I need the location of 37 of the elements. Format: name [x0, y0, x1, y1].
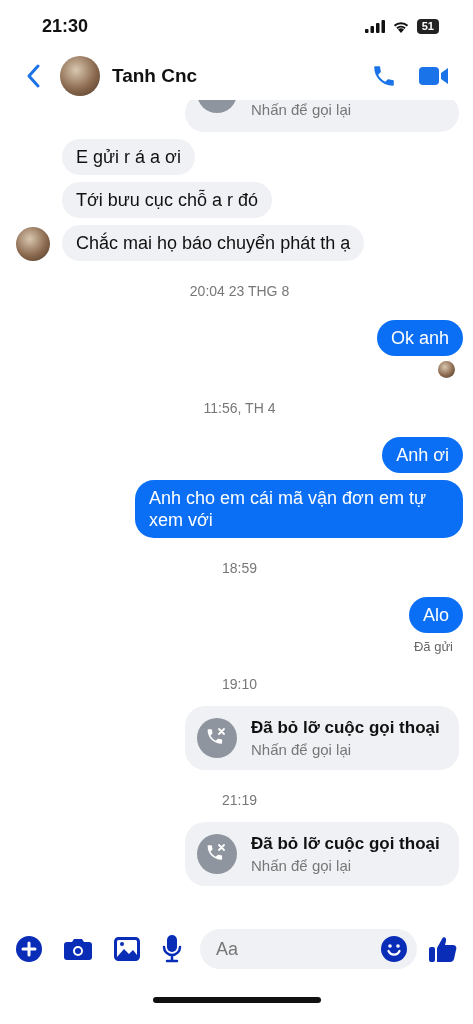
add-icon[interactable]	[16, 936, 42, 962]
message-bubble: Tới bưu cục chỗ a r đó	[62, 182, 272, 218]
delivery-status: Đã gửi	[413, 639, 453, 654]
wifi-icon	[391, 19, 410, 33]
call-subtitle: Nhấn để gọi lại	[251, 741, 353, 758]
message-bubble: Anh cho em cái mã vận đơn em tự xem với	[135, 480, 463, 538]
call-title: Đã bỏ lỡ cuộc gọi thoại	[251, 834, 440, 854]
message-bubble: E gửi r á a ơi	[62, 139, 195, 175]
video-call-icon[interactable]	[419, 65, 449, 87]
microphone-icon[interactable]	[162, 935, 182, 963]
contact-name[interactable]: Tanh Cnc	[112, 65, 198, 87]
phone-icon[interactable]	[371, 63, 397, 89]
image-icon[interactable]	[114, 937, 140, 961]
contact-avatar[interactable]	[60, 56, 100, 96]
timestamp: 20:04 23 THG 8	[188, 283, 291, 299]
message-bubble: Ok anh	[376, 320, 463, 356]
message-bubble: Anh ơi	[382, 437, 463, 473]
timestamp: 11:56, TH 4	[202, 400, 277, 416]
timestamp: 19:10	[220, 676, 258, 692]
battery-level: 51	[416, 18, 439, 34]
message-bubble: Alo	[409, 597, 463, 633]
call-subtitle: Nhấn để gọi lại	[251, 101, 352, 118]
call-title: Đã bỏ lỡ cuộc gọi thoại	[251, 718, 440, 738]
missed-call-card[interactable]: Nhấn để gọi lại	[185, 100, 459, 132]
call-subtitle: Nhấn để gọi lại	[251, 857, 353, 874]
missed-call-card[interactable]: Đã bỏ lỡ cuộc gọi thoại Nhấn để gọi lại	[185, 822, 459, 886]
thumbs-up-icon[interactable]	[429, 935, 457, 963]
status-time: 21:30	[42, 15, 89, 37]
message-field[interactable]: Aa	[200, 929, 417, 969]
timestamp: 21:19	[220, 792, 258, 808]
missed-call-card[interactable]: Đã bỏ lỡ cuộc gọi thoại Nhấn để gọi lại	[185, 706, 459, 770]
signal-icon	[364, 19, 385, 33]
back-icon[interactable]	[26, 64, 40, 88]
read-receipt-avatar	[438, 361, 455, 378]
timestamp: 18:59	[220, 560, 258, 576]
camera-icon[interactable]	[64, 937, 92, 961]
message-bubble: Chắc mai họ báo chuyển phát th ạ	[62, 225, 365, 261]
